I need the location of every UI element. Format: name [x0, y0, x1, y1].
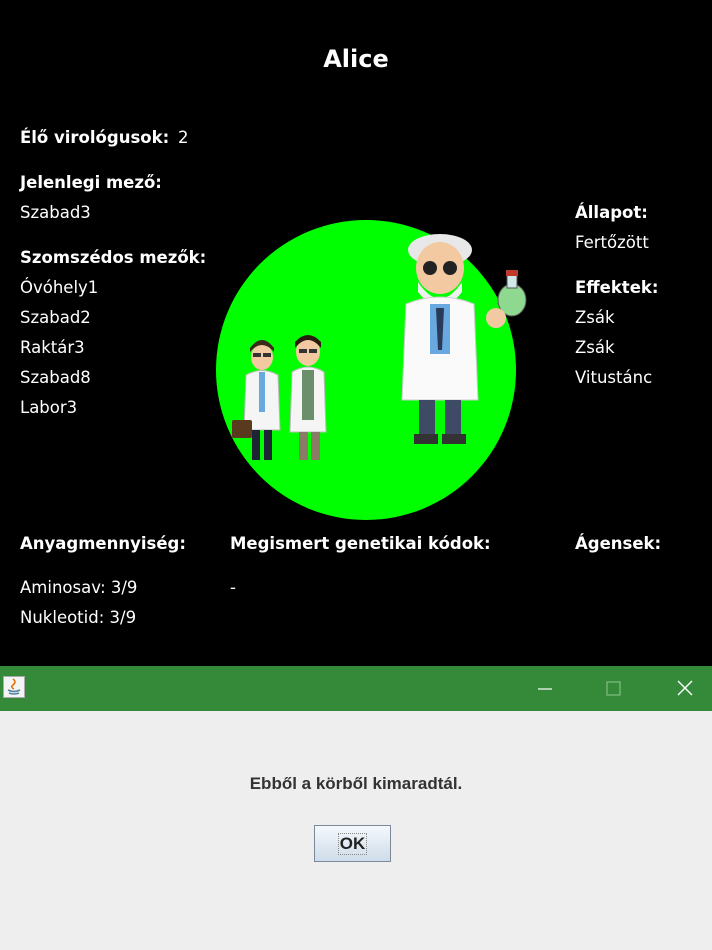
neighbor-item[interactable]: Raktár3 — [20, 333, 98, 363]
effects-list: Zsák Zsák Vitustánc — [575, 303, 652, 393]
doctor-icon — [289, 335, 327, 460]
maximize-icon[interactable] — [579, 666, 649, 711]
dialog-titlebar[interactable] — [0, 666, 712, 711]
effect-item: Vitustánc — [575, 368, 653, 387]
neighbor-list: Óvóhely1 Szabad2 Raktár3 Szabad8 Labor3 — [20, 273, 98, 423]
effects-label: Effektek: — [575, 278, 659, 297]
player-name: Alice — [323, 45, 389, 73]
scientist-icon — [401, 234, 527, 444]
effect-item: Zsák — [575, 308, 615, 327]
minimize-icon[interactable] — [510, 666, 580, 711]
codes-label: Megismert genetikai kódok: — [230, 534, 491, 553]
neighbor-item[interactable]: Óvóhely1 — [20, 273, 98, 303]
code-item: - — [230, 578, 236, 597]
neighbors-label: Szomszédos mezők: — [20, 248, 207, 267]
effect-item: Zsák — [575, 338, 615, 357]
doctor-icon — [232, 340, 281, 460]
virologist-illustration — [232, 234, 527, 460]
alive-count: 2 — [178, 128, 189, 147]
state-value: Fertőzött — [575, 233, 649, 252]
material-item: Aminosav: 3/9 — [20, 578, 138, 597]
current-field-label: Jelenlegi mező: — [20, 173, 162, 192]
java-icon — [3, 676, 25, 698]
close-icon[interactable] — [649, 666, 712, 711]
neighbor-item[interactable]: Labor3 — [20, 393, 98, 423]
ok-button[interactable]: OK — [314, 825, 391, 862]
ok-label: OK — [337, 832, 368, 855]
dialog-message: Ebből a körből kimaradtál. — [249, 774, 463, 793]
message-dialog: Ebből a körből kimaradtál. OK — [0, 666, 712, 950]
state-label: Állapot: — [575, 203, 648, 222]
materials-list: Aminosav: 3/9 Nukleotid: 3/9 — [20, 573, 137, 633]
agents-label: Ágensek: — [575, 534, 662, 553]
game-panel: Alice Élő virológusok: 2 Jelenlegi mező:… — [0, 0, 712, 666]
current-field-value: Szabad3 — [20, 203, 91, 222]
material-item: Nukleotid: 3/9 — [20, 608, 137, 627]
neighbor-item[interactable]: Szabad2 — [20, 303, 98, 333]
alive-label: Élő virológusok: — [20, 128, 170, 147]
codes-list: - — [230, 573, 236, 603]
neighbor-item[interactable]: Szabad8 — [20, 363, 98, 393]
materials-label: Anyagmennyiség: — [20, 534, 186, 553]
